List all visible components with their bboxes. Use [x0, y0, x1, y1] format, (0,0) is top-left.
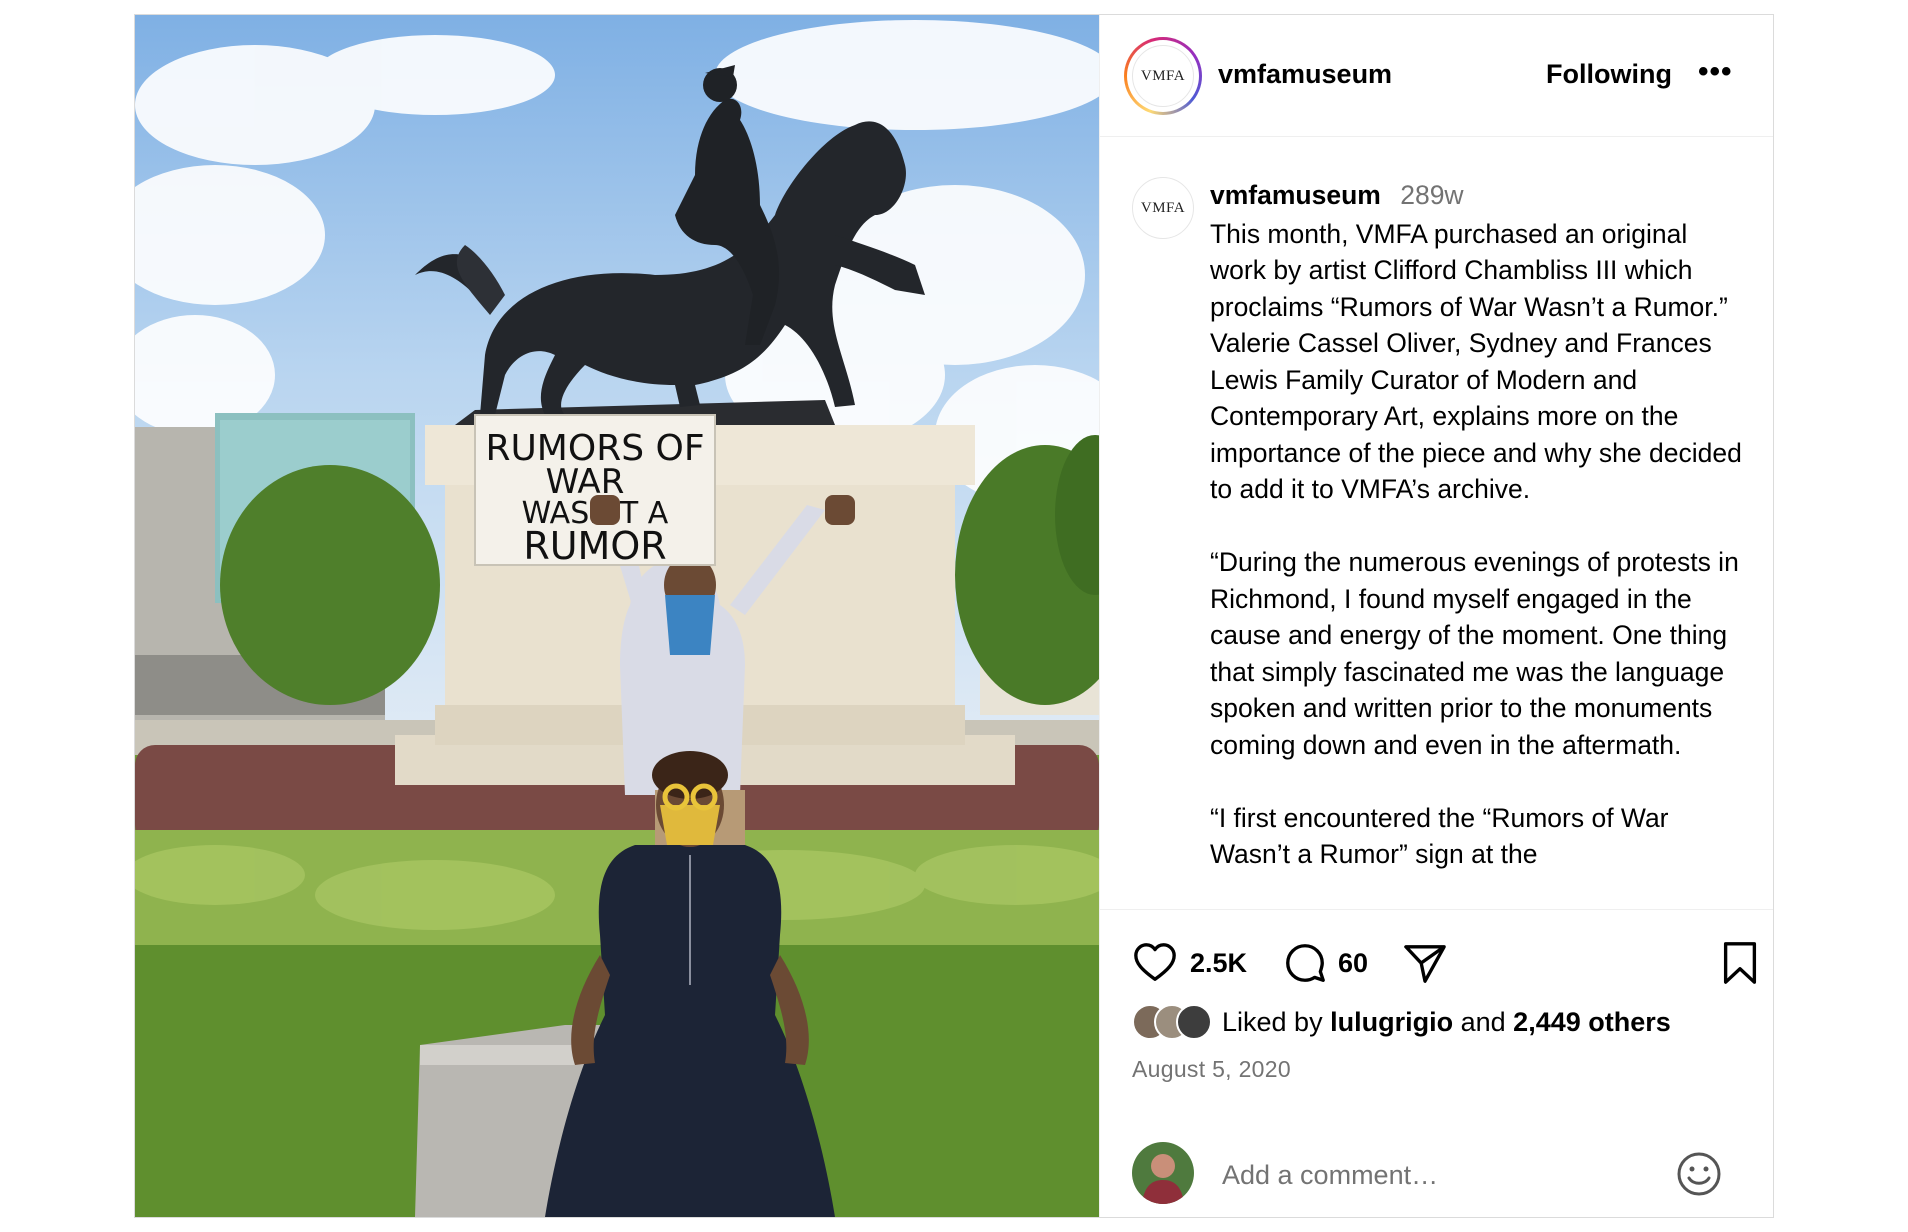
heart-icon[interactable]	[1132, 940, 1178, 986]
post-side-panel: VMFA vmfamuseum Following ••• VMFA vmfam…	[1099, 15, 1773, 1217]
more-icon[interactable]: •••	[1698, 57, 1733, 87]
liked-by-row[interactable]: Liked by lulugrigio and 2,449 others	[1132, 1002, 1671, 1042]
caption-timestamp[interactable]: 289w	[1400, 180, 1463, 210]
comment-count[interactable]: 60	[1338, 948, 1368, 979]
caption-text: vmfamuseum 289w This month, VMFA purchas…	[1210, 177, 1750, 908]
liked-by-prefix: Liked by	[1222, 1006, 1323, 1037]
emoji-icon[interactable]	[1675, 1150, 1723, 1198]
comment-input[interactable]: Add a comment…	[1222, 1160, 1438, 1191]
post-header: VMFA vmfamuseum Following •••	[1100, 15, 1773, 137]
comment-icon[interactable]	[1282, 940, 1328, 986]
liker-avatar	[1176, 1004, 1212, 1040]
caption-section: VMFA vmfamuseum 289w This month, VMFA pu…	[1100, 137, 1773, 908]
add-comment-row: Add a comment…	[1100, 1136, 1773, 1216]
post-photo[interactable]: RUMORS OF WAR WASN'T A RUMOR	[135, 15, 1099, 1217]
story-ring[interactable]: VMFA	[1124, 37, 1202, 115]
following-button[interactable]: Following	[1546, 59, 1672, 90]
current-user-avatar	[1132, 1142, 1194, 1204]
post-date[interactable]: August 5, 2020	[1132, 1056, 1291, 1083]
caption-avatar[interactable]: VMFA	[1132, 177, 1194, 239]
liked-by-user[interactable]: lulugrigio	[1330, 1007, 1453, 1037]
like-count[interactable]: 2.5K	[1190, 948, 1247, 979]
liked-by-and: and	[1460, 1006, 1506, 1037]
profile-avatar[interactable]: VMFA	[1132, 45, 1194, 107]
liked-by-others[interactable]: 2,449 others	[1513, 1007, 1671, 1037]
bookmark-icon[interactable]	[1720, 940, 1760, 986]
instagram-post: RUMORS OF WAR WASN'T A RUMOR VMFA vmfamu…	[134, 14, 1774, 1218]
actions-section: 2.5K 60 Liked by lulugrigio and 2,449 ot…	[1100, 909, 1773, 1217]
sign-line-4: RUMOR	[523, 524, 666, 568]
caption-paragraph: “I first encountered the “Rumors of War …	[1210, 802, 1669, 870]
photo-sign: RUMORS OF WAR WASN'T A RUMOR	[474, 414, 716, 568]
share-icon[interactable]	[1402, 942, 1448, 986]
caption-username[interactable]: vmfamuseum	[1210, 180, 1381, 210]
liked-by-text: Liked by lulugrigio and 2,449 others	[1222, 1007, 1671, 1038]
caption-paragraph: This month, VMFA purchased an original w…	[1210, 218, 1742, 505]
photo-illustration: RUMORS OF WAR WASN'T A RUMOR	[135, 15, 1099, 1217]
caption-paragraph: “During the numerous evenings of protest…	[1210, 547, 1739, 760]
header-username[interactable]: vmfamuseum	[1218, 59, 1392, 90]
